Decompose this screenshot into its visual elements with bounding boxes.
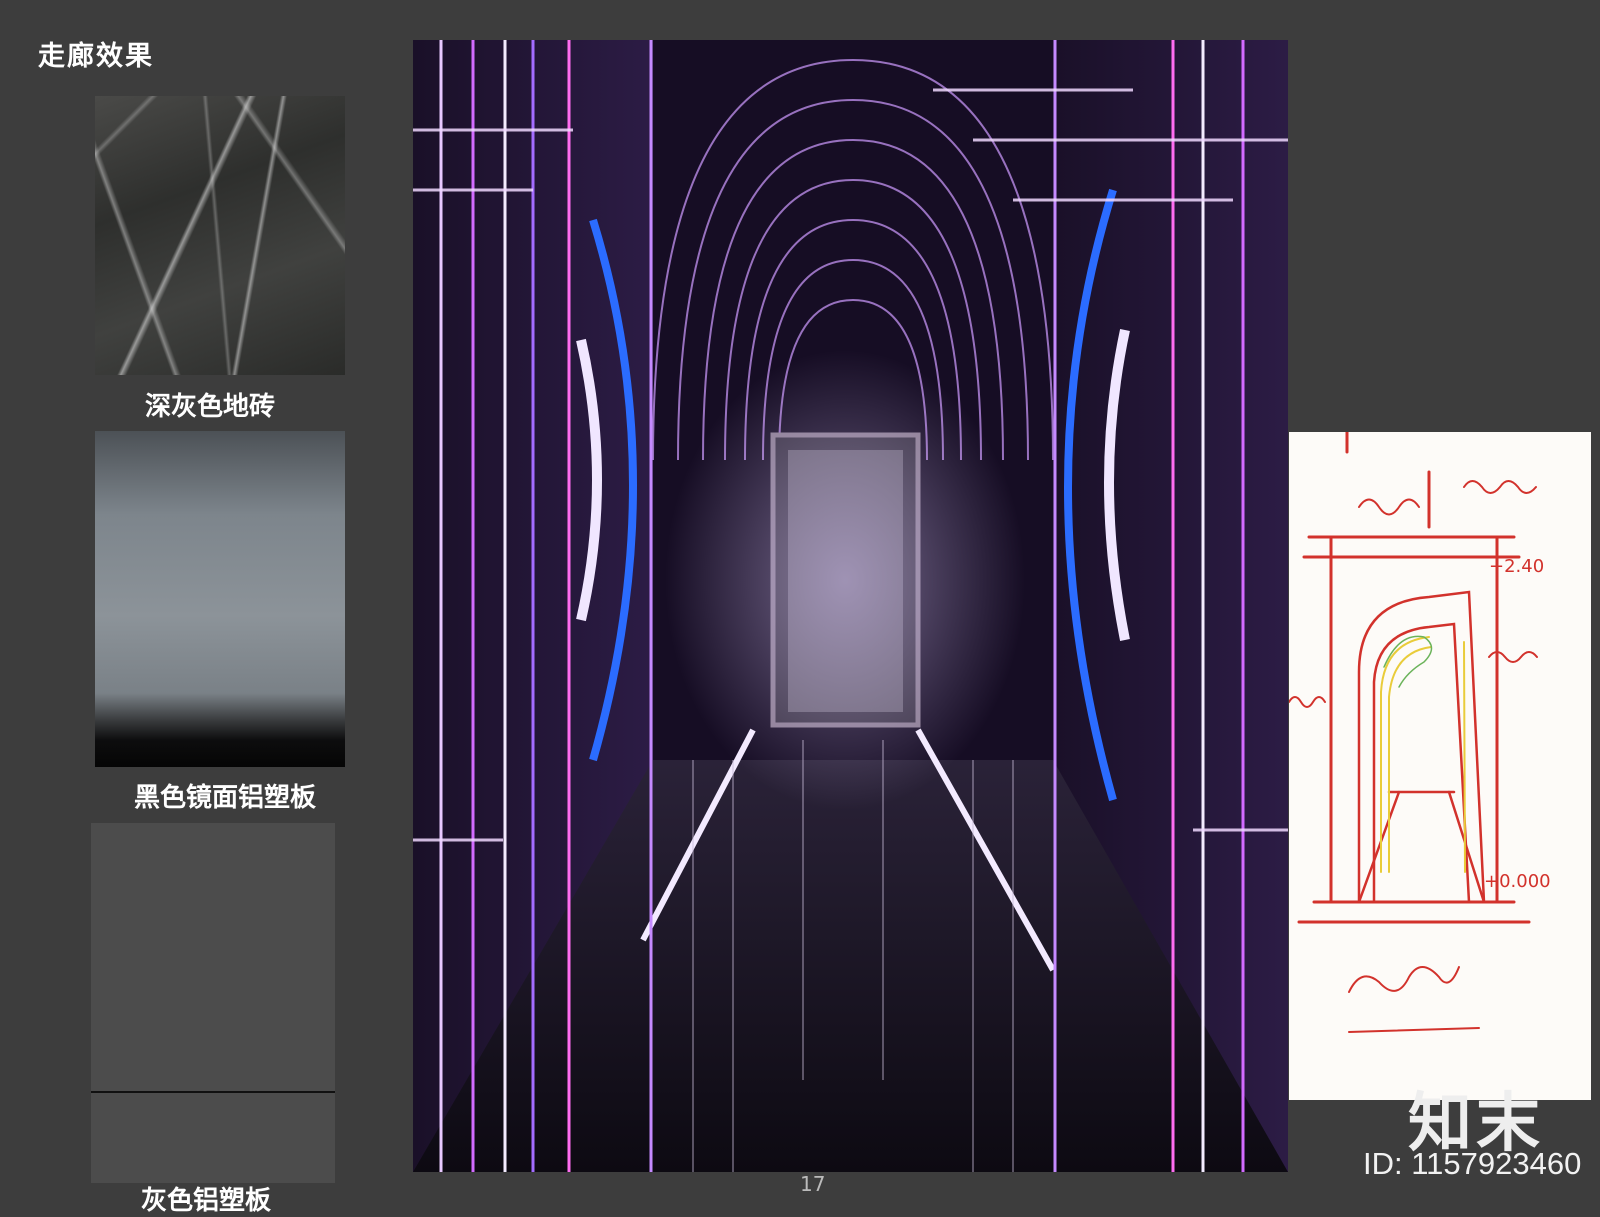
swatch-divider [91,1091,335,1093]
gray-aluminum-panel-swatch [91,823,335,1183]
corridor-sketch-graphic: +2.40 +0.000 [1289,432,1551,1033]
sketch-level-top: +2.40 [1489,556,1544,577]
page: { "title": "走廊效果", "materials": [ {"labe… [0,0,1600,1216]
watermark-id: ID: 1157923460 [1363,1146,1582,1181]
page-number: 17 [800,1172,826,1196]
page-title: 走廊效果 [38,41,154,72]
sketch-level-floor: +0.000 [1484,871,1551,892]
black-mirror-panel-swatch [95,431,345,767]
corridor-sketch-image: +2.40 +0.000 [1289,432,1591,1100]
dark-gray-marble-tile-swatch [95,96,345,375]
material-label-tile: 深灰色地砖 [144,392,275,422]
material-label-mirror-panel: 黑色镜面铝塑板 [133,783,316,813]
material-label-gray-panel: 灰色铝塑板 [140,1186,271,1216]
corridor-render-image [413,40,1288,1172]
corridor-render-graphic [413,40,1288,1172]
